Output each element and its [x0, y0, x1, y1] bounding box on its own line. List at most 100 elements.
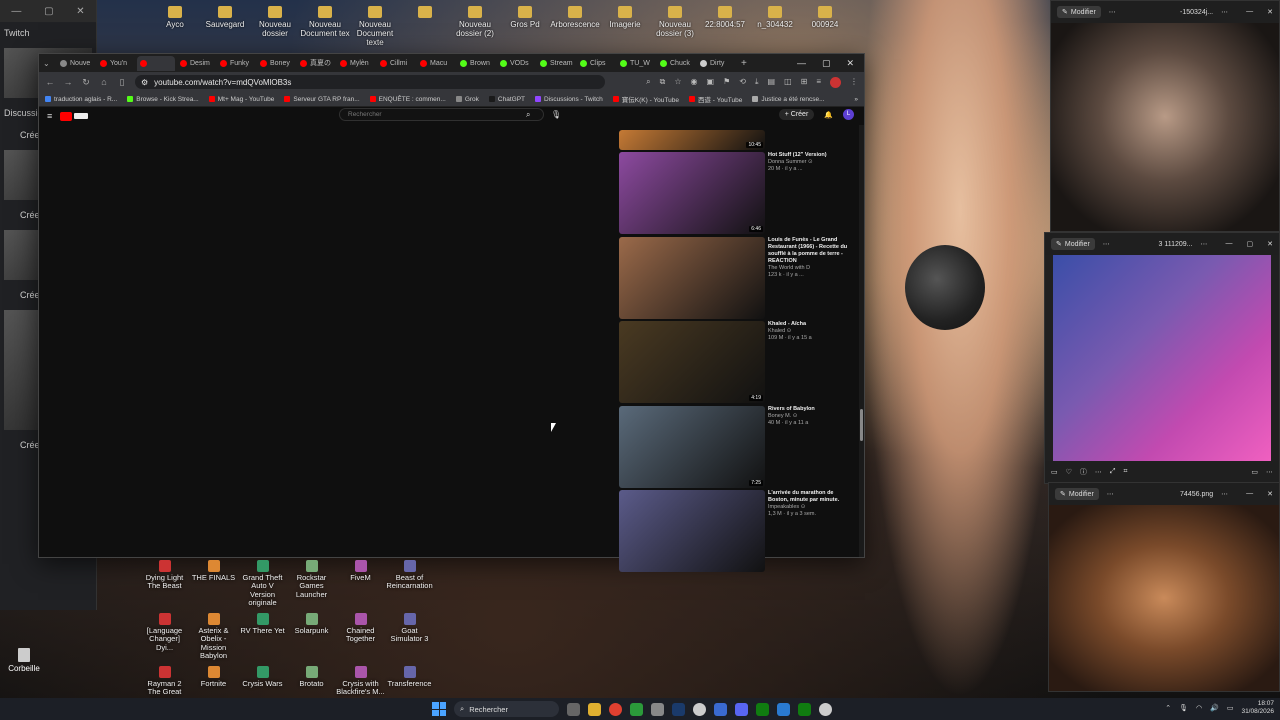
desktop-icon[interactable]: Nouveau dossier [250, 6, 300, 46]
search-icon[interactable]: ⌕ [526, 110, 530, 120]
crop-icon[interactable]: ⌗ [1124, 468, 1128, 476]
bookmark-item[interactable]: Serveur GTA RP fran... [284, 96, 360, 103]
site-info-icon[interactable]: ⚙ [141, 78, 148, 87]
extension-icon[interactable]: ▣ [707, 77, 715, 88]
info-icon[interactable]: ⓘ [1080, 467, 1087, 477]
profile-avatar[interactable] [830, 76, 841, 88]
zoom-icon[interactable]: ⌕ [646, 77, 650, 88]
desktop-icon[interactable]: Nouveau Document tex [300, 6, 350, 46]
related-video-card[interactable]: 10:45 [619, 130, 854, 152]
browser-tab[interactable]: Cillmi [377, 56, 415, 71]
minimize-icon[interactable]: — [1246, 8, 1253, 16]
video-title[interactable]: Khaled - Aïcha [768, 321, 854, 328]
chevron-up-icon[interactable]: ⌃ [1165, 704, 1171, 712]
notifications-icon[interactable]: 🔔 [824, 111, 833, 119]
browser-tab[interactable]: Macu [417, 56, 455, 71]
back-icon[interactable]: ← [45, 77, 55, 87]
bookmarks-overflow-icon[interactable]: » [854, 96, 858, 103]
close-icon[interactable]: ✕ [846, 58, 854, 69]
maximize-icon[interactable]: ▢ [44, 6, 53, 17]
bookmark-item[interactable]: Mt+ Mag - YouTube [208, 96, 274, 103]
microphone-icon[interactable]: 🎙 [551, 110, 561, 119]
browser-tab[interactable]: Desim [177, 56, 215, 71]
desktop-icon[interactable] [434, 560, 483, 607]
extension-icon[interactable]: ▤ [768, 77, 776, 88]
sidepanel-icon[interactable]: ▯ [117, 77, 127, 88]
bookmark-item[interactable]: Discussions - Twitch [535, 96, 603, 103]
taskbar-search[interactable]: ⌕ Rechercher [454, 701, 559, 717]
bookmark-item[interactable]: traduction aglais - R... [45, 96, 117, 103]
related-video-card[interactable]: 7:25 Rivers of Babylon Boney M. ⊙ 40 M · il… [619, 405, 854, 491]
minimize-icon[interactable]: — [797, 58, 806, 69]
browser-tab[interactable]: You'n [97, 56, 135, 71]
more-icon[interactable]: ⋯ [1221, 490, 1228, 498]
volume-icon[interactable]: 🔊 [1210, 704, 1219, 712]
screen-icon[interactable]: ▭ [1051, 468, 1058, 476]
page-scrollbar[interactable] [859, 125, 864, 557]
video-thumbnail[interactable] [619, 236, 765, 319]
video-thumbnail[interactable] [619, 490, 765, 572]
browser-tab[interactable]: Funky [217, 56, 255, 71]
desktop-icon[interactable]: Sauvegard [200, 6, 250, 46]
close-icon[interactable]: ✕ [76, 6, 84, 17]
more-icon[interactable]: ⋯ [1095, 468, 1102, 476]
steam-icon[interactable] [672, 702, 685, 716]
xbox-icon[interactable] [798, 702, 811, 716]
app-icon[interactable] [651, 702, 664, 716]
app-icon[interactable] [819, 702, 832, 716]
more-icon[interactable]: ⋯ [1103, 240, 1110, 248]
create-button[interactable]: + Créer [778, 109, 815, 120]
browser-tab[interactable]: 真夏の [297, 56, 335, 71]
video-title[interactable]: Louis de Funès - Le Grand Restaurant (19… [768, 237, 854, 266]
desktop-icon[interactable]: 000924 [800, 6, 850, 46]
maximize-icon[interactable]: ▢ [822, 58, 831, 69]
extension-icon[interactable]: ◫ [784, 77, 792, 88]
star-icon[interactable]: ☆ [674, 77, 681, 88]
channel-name[interactable]: Impeakables ⊙ [768, 504, 854, 511]
modify-button[interactable]: ✎ Modifier [1055, 488, 1099, 500]
video-player[interactable] [39, 125, 609, 557]
desktop-icon[interactable]: 22:8004:57 [700, 6, 750, 46]
app-icon[interactable] [693, 702, 706, 716]
history-icon[interactable]: ⟲ [739, 77, 746, 88]
tab-search-icon[interactable]: ⌄ [43, 59, 55, 68]
desktop-icon[interactable]: Arborescence [550, 6, 600, 46]
browser-tab[interactable]: Mylèn [337, 56, 375, 71]
heart-icon[interactable]: ♡ [1066, 468, 1072, 476]
video-thumbnail[interactable]: 6:46 [619, 152, 765, 234]
start-icon[interactable] [432, 702, 446, 716]
hamburger-menu-icon[interactable]: ≡ [47, 111, 52, 121]
desktop-icon[interactable]: Rockstar Games Launcher [287, 560, 336, 607]
desktop-icon[interactable]: Grand Theft Auto V Version originale [238, 560, 287, 607]
desktop-icon[interactable]: Nouveau dossier (3) [650, 6, 700, 46]
channel-name[interactable]: Boney M. ⊙ [768, 413, 854, 420]
bookmark-item[interactable]: ENQUÊTE : commen... [369, 96, 446, 103]
desktop-icon[interactable]: Chained Together [336, 613, 385, 660]
file-explorer-icon[interactable] [588, 702, 601, 716]
app-icon[interactable] [630, 702, 643, 716]
bookmark-item[interactable]: Grok [455, 96, 479, 103]
video-title[interactable]: Hot Stuff (12" Version) [768, 152, 854, 159]
browser-tab[interactable]: Clips [577, 56, 615, 71]
close-icon[interactable]: ✕ [1267, 8, 1273, 16]
menu-list-icon[interactable]: ≡ [816, 77, 821, 88]
related-video-card[interactable]: 4:19 Khaled - Aïcha Khaled ⊙ 109 M · il y a… [619, 321, 854, 406]
channel-name[interactable]: Donna Summer ⊙ [768, 159, 854, 166]
discord-icon[interactable] [735, 702, 748, 716]
browser-tab[interactable]: Brown [457, 56, 495, 71]
browser-tab[interactable]: Chuck [657, 56, 695, 71]
desktop-icon[interactable]: Beast of Reincarnation [385, 560, 434, 607]
browser-tab[interactable]: TU_W [617, 56, 655, 71]
minimize-icon[interactable]: — [11, 6, 21, 17]
close-icon[interactable]: ✕ [1267, 490, 1273, 498]
fit-icon[interactable]: ⤢ [1110, 468, 1116, 476]
desktop-icon[interactable]: RV There Yet [238, 613, 287, 660]
wifi-icon[interactable]: ◠ [1196, 704, 1202, 712]
channel-name[interactable]: The World with D [768, 265, 854, 272]
desktop-icon[interactable]: [Language Changer] Dyi... [140, 613, 189, 660]
desktop-icon[interactable]: Dying Light The Beast [140, 560, 189, 607]
youtube-search-input[interactable]: Rechercher [339, 108, 544, 121]
browser-tab[interactable]: Nouve [57, 56, 95, 71]
desktop-icon[interactable]: THE FINALS [189, 560, 238, 607]
video-title[interactable]: L'arrivée du marathon de Boston, minute … [768, 490, 854, 504]
